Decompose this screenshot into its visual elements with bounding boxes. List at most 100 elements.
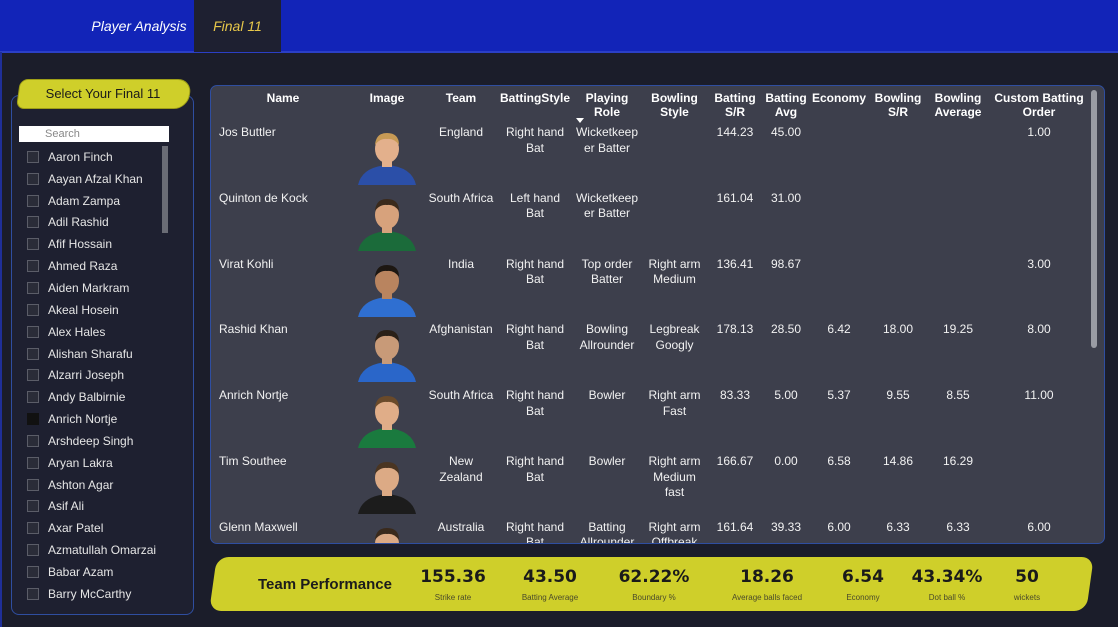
header-bowling-style[interactable]: Bowling Style	[642, 91, 707, 119]
player-list-item[interactable]: Alex Hales	[19, 321, 169, 343]
checkbox[interactable]	[27, 150, 39, 163]
player-list-item[interactable]: Babar Azam	[19, 561, 169, 583]
player-list-item[interactable]: Akeal Hosein	[19, 299, 169, 321]
table-row[interactable]: Quinton de Kock South Africa Left hand Bat…	[211, 190, 1104, 257]
kpi-label: Strike rate	[434, 593, 472, 602]
checkbox[interactable]	[27, 522, 39, 535]
checkbox[interactable]	[27, 347, 39, 360]
checkbox[interactable]	[27, 456, 39, 469]
player-list-item[interactable]: Arshdeep Singh	[19, 430, 169, 452]
sort-descending-icon[interactable]	[576, 118, 584, 123]
player-list-item[interactable]: Asif Ali	[19, 496, 169, 518]
kpi-label: Economy	[846, 593, 880, 602]
checkbox[interactable]	[27, 238, 39, 251]
kpi-card: 50 wickets	[1007, 567, 1047, 602]
player-list-item[interactable]: Aiden Markram	[19, 277, 169, 299]
table-row[interactable]: Tim Southee New Zealand Right hand Bat Bowl…	[211, 454, 1104, 520]
player-list-scrollbar[interactable]	[162, 146, 168, 233]
checkbox[interactable]	[27, 478, 39, 491]
table-row[interactable]: Rashid Khan Afghanistan Right hand Bat Bowl…	[211, 322, 1104, 388]
header-economy[interactable]: Economy	[811, 91, 867, 105]
kpi-label: Boundary %	[632, 593, 676, 602]
cell-batting-sr: 161.04	[716, 190, 754, 205]
player-list-item-label: Aiden Markram	[48, 280, 130, 295]
player-list-item[interactable]: Aayan Afzal Khan	[19, 168, 169, 190]
cell-custom-order: 11.00	[1024, 388, 1054, 403]
cell-batting-style: Right hand Bat	[505, 256, 565, 287]
header-custom-batting-order[interactable]: Custom Batting Order	[993, 91, 1085, 119]
player-list-item[interactable]: Anrich Nortje	[19, 408, 169, 430]
checkbox[interactable]	[27, 325, 39, 338]
player-list-item-label: Barry McCarthy	[48, 586, 132, 601]
checkbox[interactable]	[27, 216, 39, 229]
player-list: Aaron Finch Aayan Afzal Khan Adam Zampa Adi…	[19, 146, 169, 605]
table-row[interactable]: Anrich Nortje South Africa Right hand Bat B…	[211, 388, 1104, 454]
checkbox[interactable]	[27, 544, 39, 557]
cell-bowling-avg: 6.33	[946, 519, 970, 534]
player-list-item[interactable]: Azmatullah Omarzai	[19, 539, 169, 561]
player-list-item[interactable]: Aryan Lakra	[19, 452, 169, 474]
table-row[interactable]: Virat Kohli India Right hand Bat Top order …	[211, 256, 1104, 323]
player-list-item[interactable]: Adil Rashid	[19, 212, 169, 234]
player-photo	[354, 256, 420, 317]
checkbox[interactable]	[27, 369, 39, 382]
player-list-item-label: Akeal Hosein	[48, 302, 119, 317]
cell-name: Virat Kohli	[219, 256, 274, 271]
player-list-item[interactable]: Ashton Agar	[19, 474, 169, 496]
kpi-value: 18.26	[740, 567, 794, 587]
checkbox[interactable]	[27, 172, 39, 185]
cell-team: England	[438, 125, 484, 139]
header-batting-style[interactable]: BattingStyle	[499, 91, 571, 105]
header-batting-avg[interactable]: Batting Avg	[762, 91, 810, 119]
player-list-item-label: Alishan Sharafu	[48, 346, 133, 361]
checkbox[interactable]	[27, 260, 39, 273]
kpi-card: 43.34% Dot ball %	[910, 567, 984, 602]
player-photo	[354, 454, 420, 514]
kpi-card: 6.54 Economy	[838, 567, 888, 602]
tab-player-analysis[interactable]: Player Analysis	[85, 0, 193, 52]
cell-batting-style: Right hand Bat	[505, 519, 565, 544]
header-batting-sr[interactable]: Batting S/R	[711, 91, 759, 119]
cell-bowling-avg: 16.29	[942, 454, 974, 468]
checkbox[interactable]	[27, 413, 39, 426]
cell-name: Quinton de Kock	[219, 190, 308, 205]
header-bowling-avg[interactable]: Bowling Average	[929, 91, 987, 119]
player-list-item[interactable]: Afif Hossain	[19, 233, 169, 255]
player-list-item-label: Asif Ali	[48, 499, 85, 514]
player-list-item[interactable]: Barry McCarthy	[19, 583, 169, 605]
header-team[interactable]: Team	[425, 91, 497, 105]
kpi-card: 155.36 Strike rate	[418, 567, 488, 602]
header-bowling-sr[interactable]: Bowling S/R	[870, 91, 926, 119]
player-photo	[354, 519, 420, 543]
player-list-item-label: Aryan Lakra	[48, 455, 113, 470]
checkbox[interactable]	[27, 303, 39, 316]
checkbox[interactable]	[27, 565, 39, 578]
player-list-item-label: Adil Rashid	[48, 215, 109, 230]
player-list-item[interactable]: Alzarri Joseph	[19, 364, 169, 386]
player-list-item[interactable]: Adam Zampa	[19, 190, 169, 212]
player-list-item[interactable]: Alishan Sharafu	[19, 343, 169, 365]
player-list-item-label: Aayan Afzal Khan	[48, 171, 143, 186]
header-playing-role[interactable]: Playing Role	[572, 91, 642, 119]
cell-team: South Africa	[428, 388, 494, 403]
checkbox[interactable]	[27, 500, 39, 513]
checkbox[interactable]	[27, 391, 39, 404]
player-search-input[interactable]	[19, 126, 169, 142]
checkbox[interactable]	[27, 194, 39, 207]
cell-name: Jos Buttler	[219, 125, 276, 139]
table-row[interactable]: Glenn Maxwell Australia Right hand Bat Batt…	[211, 519, 1104, 544]
tab-final-11[interactable]: Final 11	[194, 0, 281, 52]
checkbox[interactable]	[27, 587, 39, 600]
player-list-item[interactable]: Axar Patel	[19, 517, 169, 539]
cell-bowling-style: Right arm Offbreak	[648, 519, 701, 544]
header-name[interactable]: Name	[235, 91, 331, 105]
player-list-item[interactable]: Ahmed Raza	[19, 255, 169, 277]
select-final-11-button[interactable]: Select Your Final 11	[18, 79, 188, 107]
checkbox[interactable]	[27, 434, 39, 447]
player-list-item[interactable]: Aaron Finch	[19, 146, 169, 168]
table-row[interactable]: Jos Buttler England Right hand Bat Wicketke…	[211, 125, 1104, 191]
cell-name: Tim Southee	[219, 454, 287, 468]
header-image[interactable]: Image	[354, 91, 420, 105]
player-list-item[interactable]: Andy Balbirnie	[19, 386, 169, 408]
checkbox[interactable]	[27, 281, 39, 294]
